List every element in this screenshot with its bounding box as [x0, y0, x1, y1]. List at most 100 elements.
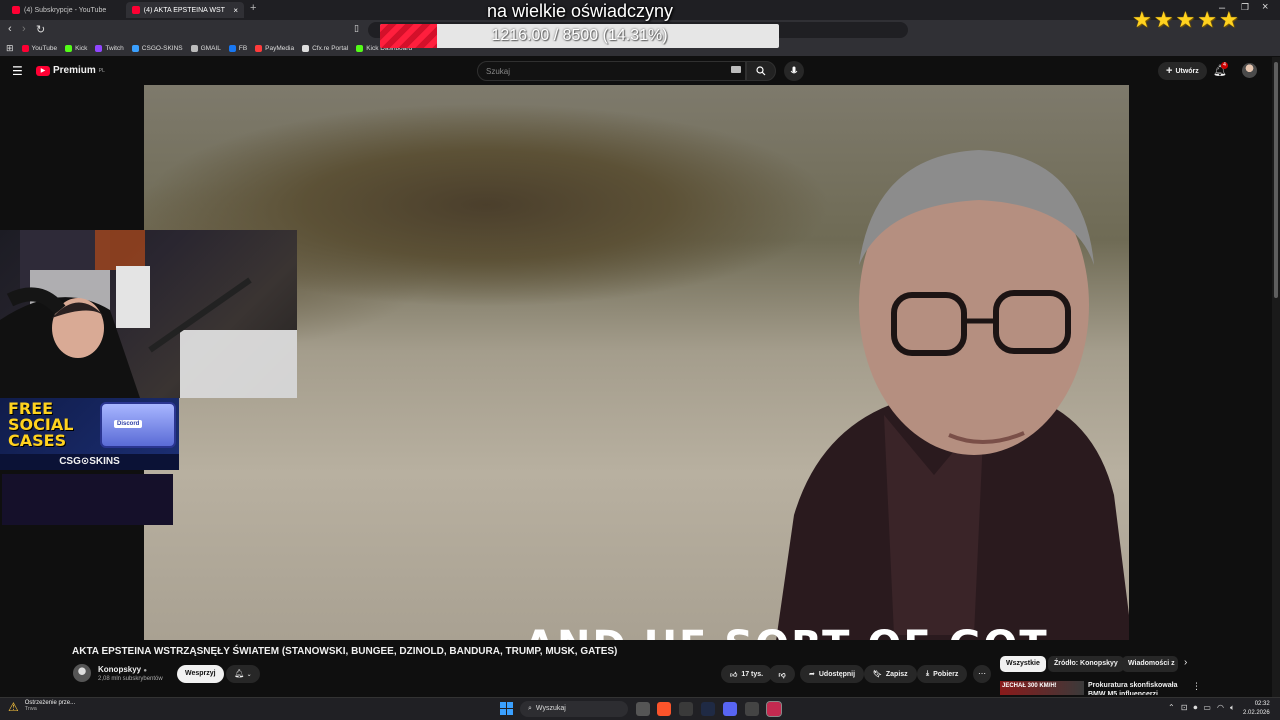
overlay-panel	[2, 474, 173, 525]
obs-icon[interactable]	[745, 702, 759, 716]
keyboard-icon[interactable]	[731, 66, 741, 73]
discord-icon[interactable]	[723, 702, 737, 716]
star-icon: ★	[1132, 7, 1152, 32]
twitch-icon	[95, 44, 103, 52]
save-icon: 🔖︎	[873, 671, 882, 678]
tab-title: (4) Subskrypcje - YouTube	[24, 6, 107, 14]
bookmark-fb[interactable]: FB	[228, 44, 247, 52]
search-icon	[756, 66, 766, 76]
bookmark-icon[interactable]: ▯	[354, 23, 359, 34]
channel-avatar[interactable]	[73, 664, 91, 682]
system-tray: ⌃ ⊡ ⏺ ▭ ◠ 🔈︎	[1168, 703, 1235, 713]
download-button[interactable]: ⤓ Pobierz	[917, 665, 968, 683]
bookmark-paymedia[interactable]: PayMedia	[255, 44, 294, 52]
reload-icon[interactable]: ↻	[36, 23, 45, 36]
youtube-icon	[21, 44, 29, 52]
maximize-icon[interactable]: ❐	[1241, 2, 1249, 13]
chip-news[interactable]: Wiadomości z	[1122, 656, 1178, 672]
account-avatar[interactable]	[1242, 63, 1257, 78]
kick-icon	[65, 44, 73, 52]
youtube-header: ☰ ▶ Premium PL Szukaj + Utwórz 🔔︎ 4	[0, 57, 1270, 85]
recommended-thumbnail[interactable]: JECHAŁ 300 KM/H!	[1000, 681, 1084, 695]
taskbar-search[interactable]: ⌕ Wyszukaj	[520, 701, 628, 717]
search-button[interactable]	[746, 61, 776, 81]
windows-start-icon[interactable]	[500, 702, 513, 715]
bookmark-kick[interactable]: Kick	[65, 44, 87, 52]
streamer-facecam	[0, 230, 297, 398]
video-speaker	[776, 150, 1129, 640]
ad-headline: FREE SOCIAL CASES	[8, 399, 74, 450]
display-icon[interactable]: ▭	[1203, 703, 1211, 713]
like-button[interactable]: 👍︎ 17 tys.	[721, 665, 773, 683]
more-options-icon[interactable]: ⋮	[1192, 681, 1201, 692]
subscription-bell-button[interactable]: 🔔︎ ⌄	[226, 665, 260, 683]
plus-icon: +	[1166, 65, 1173, 77]
forward-icon[interactable]: ›	[22, 23, 26, 35]
more-actions-icon[interactable]: ⋯	[973, 665, 991, 683]
bookmark-csgo-skins[interactable]: CSGO-SKINS	[131, 44, 183, 52]
bookmark-youtube[interactable]: YouTube	[21, 44, 57, 52]
dislike-button[interactable]: 👎︎	[769, 665, 795, 683]
thumbs-up-icon: 👍︎	[730, 671, 738, 679]
csgo-skins-ad[interactable]: FREE SOCIAL CASES Discord CSG⊙SKINS	[0, 398, 179, 470]
chip-all[interactable]: Wszystkie	[1000, 656, 1046, 672]
verified-icon: ●	[143, 668, 147, 674]
tab-subscriptions[interactable]: (4) Subskrypcje - YouTube	[6, 2, 124, 18]
network-icon[interactable]: ⊡	[1181, 703, 1188, 713]
video-title: AKTA EPSTEINA WSTRZĄSNĘŁY ŚWIATEM (STANO…	[72, 646, 618, 657]
clock[interactable]: 02:32 2.02.2026	[1243, 700, 1270, 718]
voice-search-button[interactable]	[784, 61, 804, 81]
channel-name[interactable]: Konopskyy ●	[98, 665, 147, 674]
star-icon: ★	[1218, 7, 1239, 32]
scrollbar-thumb[interactable]	[1274, 62, 1278, 298]
microphone-icon	[790, 66, 798, 74]
support-button[interactable]: Wesprzyj	[177, 665, 224, 683]
save-button[interactable]: 🔖︎ Zapisz	[864, 665, 917, 683]
bookmark-cfx-portal[interactable]: Cfx.re Portal	[302, 44, 348, 52]
gmail-icon	[190, 44, 198, 52]
share-button[interactable]: ➦ Udostępnij	[800, 665, 865, 683]
bell-icon: 🔔︎	[234, 669, 245, 678]
create-button[interactable]: + Utwórz	[1158, 62, 1207, 80]
terminal-icon[interactable]	[701, 702, 715, 716]
tab-video[interactable]: (4) AKTA EPSTEINA WSTRZĄ ×	[126, 2, 244, 18]
back-icon[interactable]: ‹	[8, 23, 12, 35]
csgo-skins-icon	[131, 44, 139, 52]
chevron-down-icon: ⌄	[246, 672, 252, 678]
task-view-icon[interactable]	[636, 702, 650, 716]
apps-icon[interactable]: ⊞	[6, 43, 14, 54]
paymedia-icon	[255, 44, 263, 52]
tray-expand-icon[interactable]: ⌃	[1168, 703, 1175, 713]
hamburger-menu-icon[interactable]: ☰	[12, 64, 23, 78]
streamlabs-icon[interactable]	[766, 701, 782, 717]
weather-warning[interactable]: ⚠ Ostrzeżenie prze... Trwa	[8, 700, 75, 714]
search-input[interactable]: Szukaj	[477, 61, 746, 81]
youtube-play-icon: ▶	[36, 65, 50, 76]
xbox-icon[interactable]	[679, 702, 693, 716]
bookmark-gmail[interactable]: GMAIL	[190, 44, 221, 52]
facecam-scene	[0, 230, 297, 398]
youtube-logo[interactable]: ▶ Premium PL	[36, 65, 105, 76]
star-icon: ★	[1175, 7, 1196, 32]
volume-icon[interactable]: 🔈︎	[1230, 703, 1235, 713]
donation-goal-title: na wielkie oświadczyny	[486, 1, 674, 21]
chest-label: Discord	[114, 420, 143, 428]
kick-icon	[356, 44, 364, 52]
star-icon: ★	[1197, 7, 1217, 32]
chip-source[interactable]: Źródło: Konopskyy	[1048, 656, 1124, 672]
search-icon: ⌕	[528, 705, 532, 712]
cfx-icon	[302, 44, 310, 52]
star-rating: ★ ★ ★ ★ ★	[1132, 8, 1239, 32]
channel-subscribers: 2,08 mln subskrybentów	[98, 676, 163, 682]
close-tab-icon[interactable]: ×	[233, 6, 238, 15]
wifi-icon[interactable]: ◠	[1217, 703, 1224, 713]
recommended-title[interactable]: Prokuratura skonfiskowała BMW M5 influen…	[1088, 681, 1184, 695]
new-tab-icon[interactable]: +	[250, 2, 256, 14]
taskbar: ⚠ Ostrzeżenie prze... Trwa ⌕ Wyszukaj ⌃ …	[0, 697, 1280, 720]
chevron-right-icon[interactable]: ›	[1184, 657, 1187, 668]
bookmark-twitch[interactable]: Twitch	[95, 44, 124, 52]
close-window-icon[interactable]: ×	[1262, 1, 1268, 13]
youtube-favicon-icon	[132, 6, 140, 14]
microphone-icon[interactable]: ⏺	[1193, 703, 1197, 713]
brave-browser-icon[interactable]	[657, 702, 671, 716]
